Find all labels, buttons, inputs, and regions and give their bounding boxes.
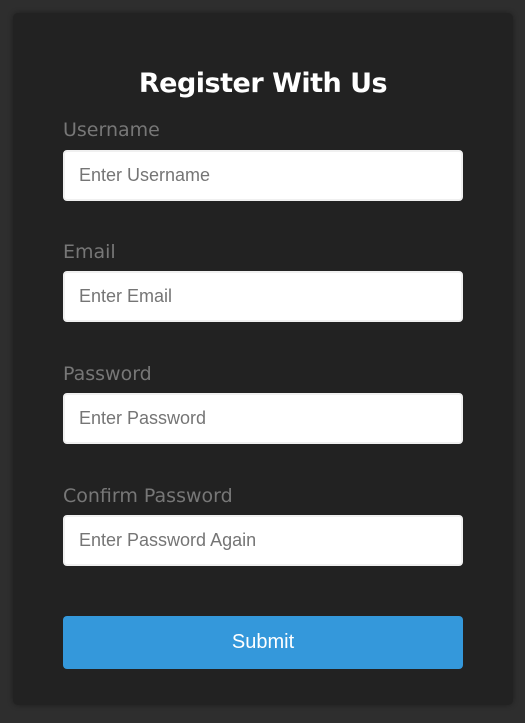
password-input[interactable] <box>63 393 463 444</box>
register-form-card: Register With Us Username Email Password… <box>13 13 513 705</box>
email-input[interactable] <box>63 271 463 322</box>
confirm-password-label: Confirm Password <box>63 485 233 507</box>
username-input[interactable] <box>63 150 463 201</box>
form-title: Register With Us <box>138 68 388 99</box>
username-label: Username <box>63 119 160 141</box>
submit-button[interactable]: Submit <box>63 616 463 669</box>
password-label: Password <box>63 363 152 385</box>
confirm-password-input[interactable] <box>63 515 463 566</box>
email-label: Email <box>63 241 116 263</box>
